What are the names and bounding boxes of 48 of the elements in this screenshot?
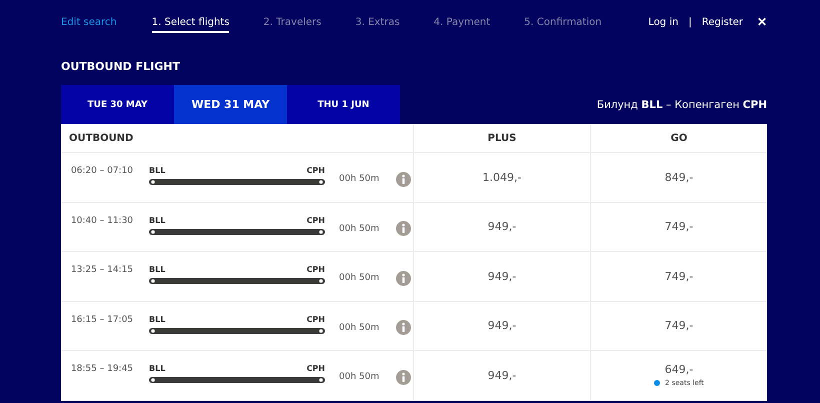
price[interactable]: 749,- [664, 319, 694, 332]
edit-search-link[interactable]: Edit search [61, 16, 117, 28]
price[interactable]: 649,- [664, 363, 694, 376]
price[interactable]: 849,- [664, 170, 694, 184]
flight-time: 13:25 – 14:15 [70, 265, 134, 276]
login-link[interactable]: Log in [648, 16, 678, 28]
section-title: OUTBOUND FLIGHT [61, 60, 181, 75]
airport-code: CPH [306, 265, 325, 274]
price[interactable]: 1.049,- [482, 170, 522, 184]
flight-time: 18:55 – 19:45 [70, 364, 134, 374]
airport-code: BLL [149, 314, 166, 324]
step-tab[interactable]: 4. Payment [434, 14, 490, 33]
airport-code: CPH [306, 166, 325, 176]
price[interactable]: 749,- [664, 270, 694, 283]
date-tab[interactable]: THU 1 JUN [287, 85, 400, 124]
step-tab[interactable]: 5. Confirmation [524, 14, 602, 33]
flight-time: 10:40 – 11:30 [70, 216, 134, 226]
flight-duration: 00h 50m [339, 372, 380, 382]
airport-code: BLL [149, 265, 166, 274]
price[interactable]: 749,- [664, 220, 694, 234]
airport-code: BLL [149, 216, 166, 225]
price[interactable]: 949,- [488, 220, 516, 234]
flight-duration: 00h 50m [339, 322, 380, 333]
route-text: Билунд BLL – Копенгаген CPH [596, 98, 767, 110]
flight-time: 16:15 – 17:05 [70, 314, 134, 325]
airport-code: CPH [306, 364, 325, 374]
flight-duration: 00h 50m [339, 224, 380, 234]
flight-duration: 00h 50m [339, 273, 380, 284]
date-tab[interactable]: WED 31 MAY [174, 85, 287, 124]
column-header: OUTBOUND [61, 124, 414, 152]
separator: | [688, 16, 692, 28]
flight-time: 06:20 – 07:10 [70, 166, 134, 176]
date-tab[interactable]: TUE 30 MAY [61, 85, 174, 124]
column-header: PLUS [414, 124, 591, 152]
airport-code: BLL [149, 364, 166, 374]
price[interactable]: 949,- [488, 270, 516, 283]
close-button[interactable]: ✕ [757, 15, 767, 29]
flight-duration: 00h 50m [339, 174, 380, 184]
price[interactable]: 949,- [488, 319, 516, 332]
airport-code: BLL [149, 166, 166, 176]
price[interactable]: 949,- [488, 368, 516, 382]
airport-code: CPH [306, 216, 325, 225]
column-header: GO [670, 132, 688, 146]
step-tab[interactable]: 3. Extras [355, 14, 400, 33]
register-link[interactable]: Register [702, 16, 743, 28]
step-tab[interactable]: 2. Travelers [263, 14, 322, 33]
step-tab[interactable]: 1. Select flights [152, 14, 230, 33]
airport-code: CPH [306, 314, 325, 324]
